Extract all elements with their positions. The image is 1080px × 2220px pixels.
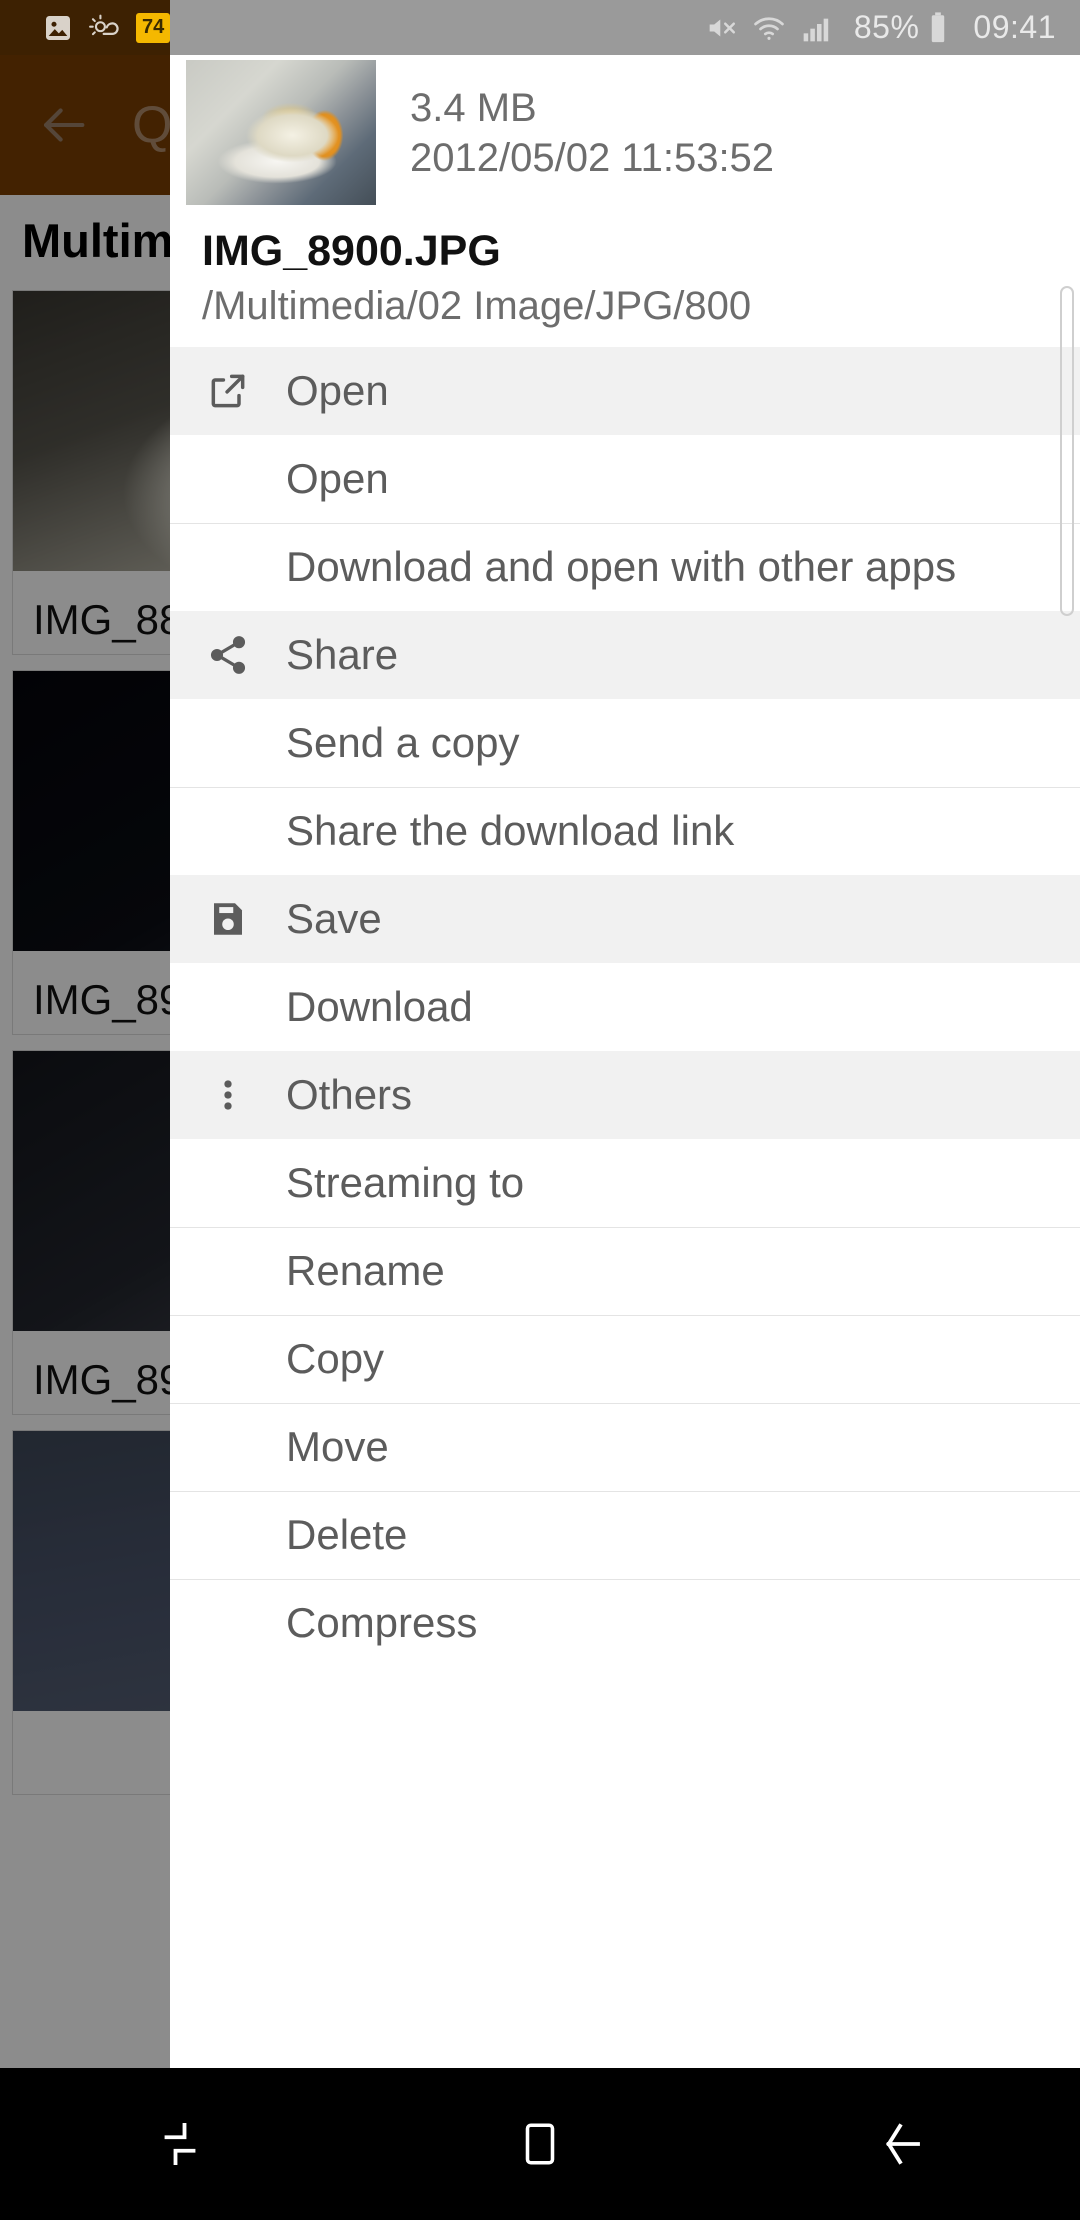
file-action-dialog: 3.4 MB 2012/05/02 11:53:52 IMG_8900.JPG … [170, 40, 1080, 2068]
menu-item-label: Send a copy [286, 719, 520, 767]
menu-item-share-download-link[interactable]: Share the download link [170, 787, 1080, 875]
menu-item-label: Download and open with other apps [286, 543, 956, 591]
menu-section-open[interactable]: Open [170, 347, 1080, 435]
action-menu: Open Open Download and open with other a… [170, 347, 1080, 1667]
file-name: IMG_8900.JPG [202, 227, 1080, 276]
file-path: /Multimedia/02 Image/JPG/800 [202, 284, 1080, 329]
menu-item-open[interactable]: Open [170, 435, 1080, 523]
file-date: 2012/05/02 11:53:52 [410, 133, 774, 183]
menu-item-streaming-to[interactable]: Streaming to [170, 1139, 1080, 1227]
menu-item-label: Open [286, 367, 389, 415]
menu-item-label: Delete [286, 1511, 407, 1559]
file-thumbnail-icon [186, 60, 376, 205]
menu-item-download-and-open[interactable]: Download and open with other apps [170, 523, 1080, 611]
dialog-scrollbar[interactable] [1060, 286, 1074, 616]
menu-item-label: Rename [286, 1247, 445, 1295]
menu-section-share[interactable]: Share [170, 611, 1080, 699]
menu-item-label: Share [286, 631, 398, 679]
navigation-bar [0, 2068, 1080, 2220]
home-icon[interactable] [360, 2068, 720, 2220]
menu-item-label: Copy [286, 1335, 384, 1383]
menu-item-download[interactable]: Download [170, 963, 1080, 1051]
dialog-header: 3.4 MB 2012/05/02 11:53:52 IMG_8900.JPG … [170, 40, 1080, 329]
menu-item-move[interactable]: Move [170, 1403, 1080, 1491]
file-size: 3.4 MB [410, 83, 774, 133]
share-icon [200, 633, 256, 677]
back-icon[interactable] [720, 2068, 1080, 2220]
menu-item-rename[interactable]: Rename [170, 1227, 1080, 1315]
menu-section-others[interactable]: Others [170, 1051, 1080, 1139]
menu-item-label: Download [286, 983, 473, 1031]
menu-item-label: Open [286, 455, 389, 503]
screen: Qf Multimed IMG_8898.J IMG_8903.J IMG_89… [0, 0, 1080, 2220]
floppy-disk-icon [200, 898, 256, 940]
recents-icon[interactable] [0, 2068, 360, 2220]
external-link-icon [200, 369, 256, 413]
menu-item-copy[interactable]: Copy [170, 1315, 1080, 1403]
menu-item-label: Streaming to [286, 1159, 524, 1207]
menu-item-label: Save [286, 895, 382, 943]
menu-item-label: Move [286, 1423, 389, 1471]
menu-item-label: Others [286, 1071, 412, 1119]
menu-item-label: Compress [286, 1599, 477, 1647]
overflow-dots-icon [200, 1075, 256, 1115]
menu-item-label: Share the download link [286, 807, 734, 855]
back-arrow-icon[interactable] [34, 96, 92, 154]
menu-item-delete[interactable]: Delete [170, 1491, 1080, 1579]
menu-section-save[interactable]: Save [170, 875, 1080, 963]
menu-item-send-a-copy[interactable]: Send a copy [170, 699, 1080, 787]
menu-item-compress[interactable]: Compress [170, 1579, 1080, 1667]
